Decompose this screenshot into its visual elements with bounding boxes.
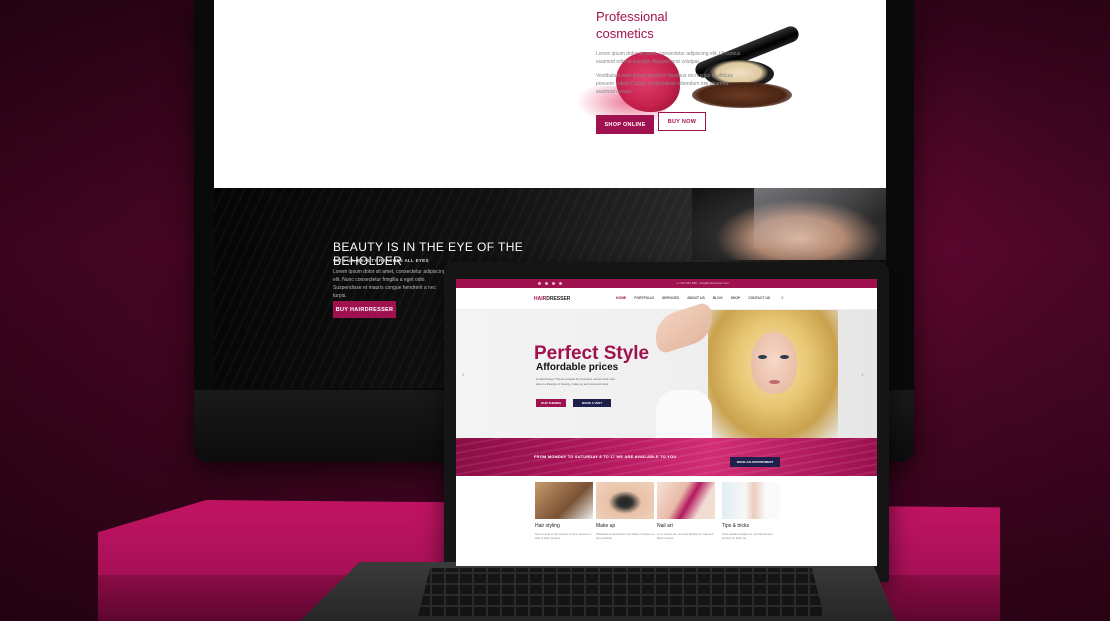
service-card-tips[interactable]: Tips & tricks Cras sodales feugiat est, … bbox=[722, 482, 782, 540]
cosmetics-title-line1: Professional bbox=[596, 9, 668, 24]
cosmetics-section: Professional cosmetics Lorem ipsum dolor… bbox=[214, 0, 886, 188]
shop-online-button[interactable]: SHOP ONLINE bbox=[596, 115, 654, 134]
book-appointment-button[interactable]: BOOK AN APPOINTMENT bbox=[730, 457, 780, 467]
service-text: Cras sodales feugiat est, sed lacinia se… bbox=[722, 532, 773, 540]
service-text: Nunc a ante et nisi semper cursus. Aenea… bbox=[535, 532, 592, 540]
model-face-image bbox=[751, 332, 797, 394]
social-icons bbox=[534, 282, 562, 285]
buy-hairdresser-button[interactable]: BUY HAIRDRESSER bbox=[333, 301, 396, 318]
make-up-image bbox=[596, 482, 654, 519]
hours-band: FROM MONDAY TO SATURDAY 8 TO 17 WE ARE A… bbox=[456, 438, 877, 476]
service-title: Nail art bbox=[657, 523, 673, 529]
site-logo[interactable]: HAIRDRESSER bbox=[534, 296, 570, 302]
slider-prev-icon[interactable]: ‹ bbox=[462, 370, 465, 379]
twitter-icon[interactable] bbox=[545, 282, 548, 285]
service-title: Hair styling bbox=[535, 523, 560, 529]
nav-blog[interactable]: BLOG bbox=[713, 296, 723, 300]
hair-styling-image bbox=[535, 482, 593, 519]
model-eye-right bbox=[780, 355, 789, 359]
main-menu: HOME PORTFOLIO SERVICES ABOUT US BLOG SH… bbox=[616, 296, 778, 300]
facebook-icon[interactable] bbox=[538, 282, 541, 285]
nav-about[interactable]: ABOUT US bbox=[687, 296, 705, 300]
buy-now-button[interactable]: BUY NOW bbox=[658, 112, 706, 131]
site-navbar: HAIRDRESSER HOME PORTFOLIO SERVICES ABOU… bbox=[456, 288, 877, 310]
model-eye-left bbox=[758, 355, 767, 359]
cosmetics-paragraph-1: Lorem ipsum dolor sit amet, consectetur … bbox=[596, 51, 741, 65]
nav-services[interactable]: SERVICES bbox=[662, 296, 679, 300]
cosmetics-paragraph-2: Vestibulum ante ipsum primis in faucibus… bbox=[596, 73, 734, 95]
our-themes-button[interactable]: OUR THEMES bbox=[536, 399, 566, 407]
service-title: Make up bbox=[596, 523, 616, 529]
service-card-nail-art[interactable]: Nail art In eu ornare leo, sit amet faci… bbox=[657, 482, 717, 540]
nav-contact[interactable]: CONTACT US bbox=[748, 296, 770, 300]
laptop-screen: +1 234 567 890 · info@hairdresser.com HA… bbox=[456, 279, 877, 566]
instagram-icon[interactable] bbox=[552, 282, 555, 285]
logo-accent: HAIR bbox=[534, 296, 547, 302]
slider-next-icon[interactable]: › bbox=[861, 370, 864, 379]
topbar-contact-info: +1 234 567 890 · info@hairdresser.com bbox=[676, 281, 729, 285]
tips-tricks-image bbox=[722, 482, 780, 519]
hair-shine bbox=[754, 188, 886, 248]
nav-shop[interactable]: SHOP bbox=[731, 296, 741, 300]
keyboard-rows bbox=[418, 568, 824, 616]
service-card-hair-styling[interactable]: Hair styling Nunc a ante et nisi semper … bbox=[535, 482, 595, 540]
nav-home[interactable]: HOME bbox=[616, 296, 626, 300]
beauty-paragraph: Lorem ipsum dolor sit amet, consectetur … bbox=[333, 269, 446, 299]
hours-text: FROM MONDAY TO SATURDAY 8 TO 17 WE ARE A… bbox=[534, 454, 677, 459]
service-title: Tips & tricks bbox=[722, 523, 750, 529]
logo-rest: DRESSER bbox=[546, 296, 571, 302]
book-visit-button[interactable]: BOOK A VISIT bbox=[573, 399, 611, 407]
search-icon[interactable]: ⌕ bbox=[781, 295, 784, 301]
nav-portfolio[interactable]: PORTFOLIO bbox=[634, 296, 654, 300]
hero-text: A Hairdresser Theme created for business… bbox=[536, 377, 616, 386]
nail-art-image bbox=[657, 482, 715, 519]
cosmetics-title: Professional cosmetics bbox=[596, 8, 776, 42]
model-shirt-image bbox=[656, 390, 712, 438]
model-lips bbox=[769, 380, 780, 384]
service-text: In eu ornare leo, sit amet facilisis ex.… bbox=[657, 532, 714, 540]
site-topbar: +1 234 567 890 · info@hairdresser.com bbox=[456, 279, 877, 288]
service-text: Phasellus at elementum nisl. Etiam in le… bbox=[596, 532, 655, 540]
service-card-make-up[interactable]: Make up Phasellus at elementum nisl. Eti… bbox=[596, 482, 656, 540]
hero-subtitle: Affordable prices bbox=[536, 362, 619, 373]
cosmetics-title-line2: cosmetics bbox=[596, 26, 654, 41]
hero-slider: Perfect Style Affordable prices A Hairdr… bbox=[456, 301, 877, 438]
youtube-icon[interactable] bbox=[559, 282, 562, 285]
